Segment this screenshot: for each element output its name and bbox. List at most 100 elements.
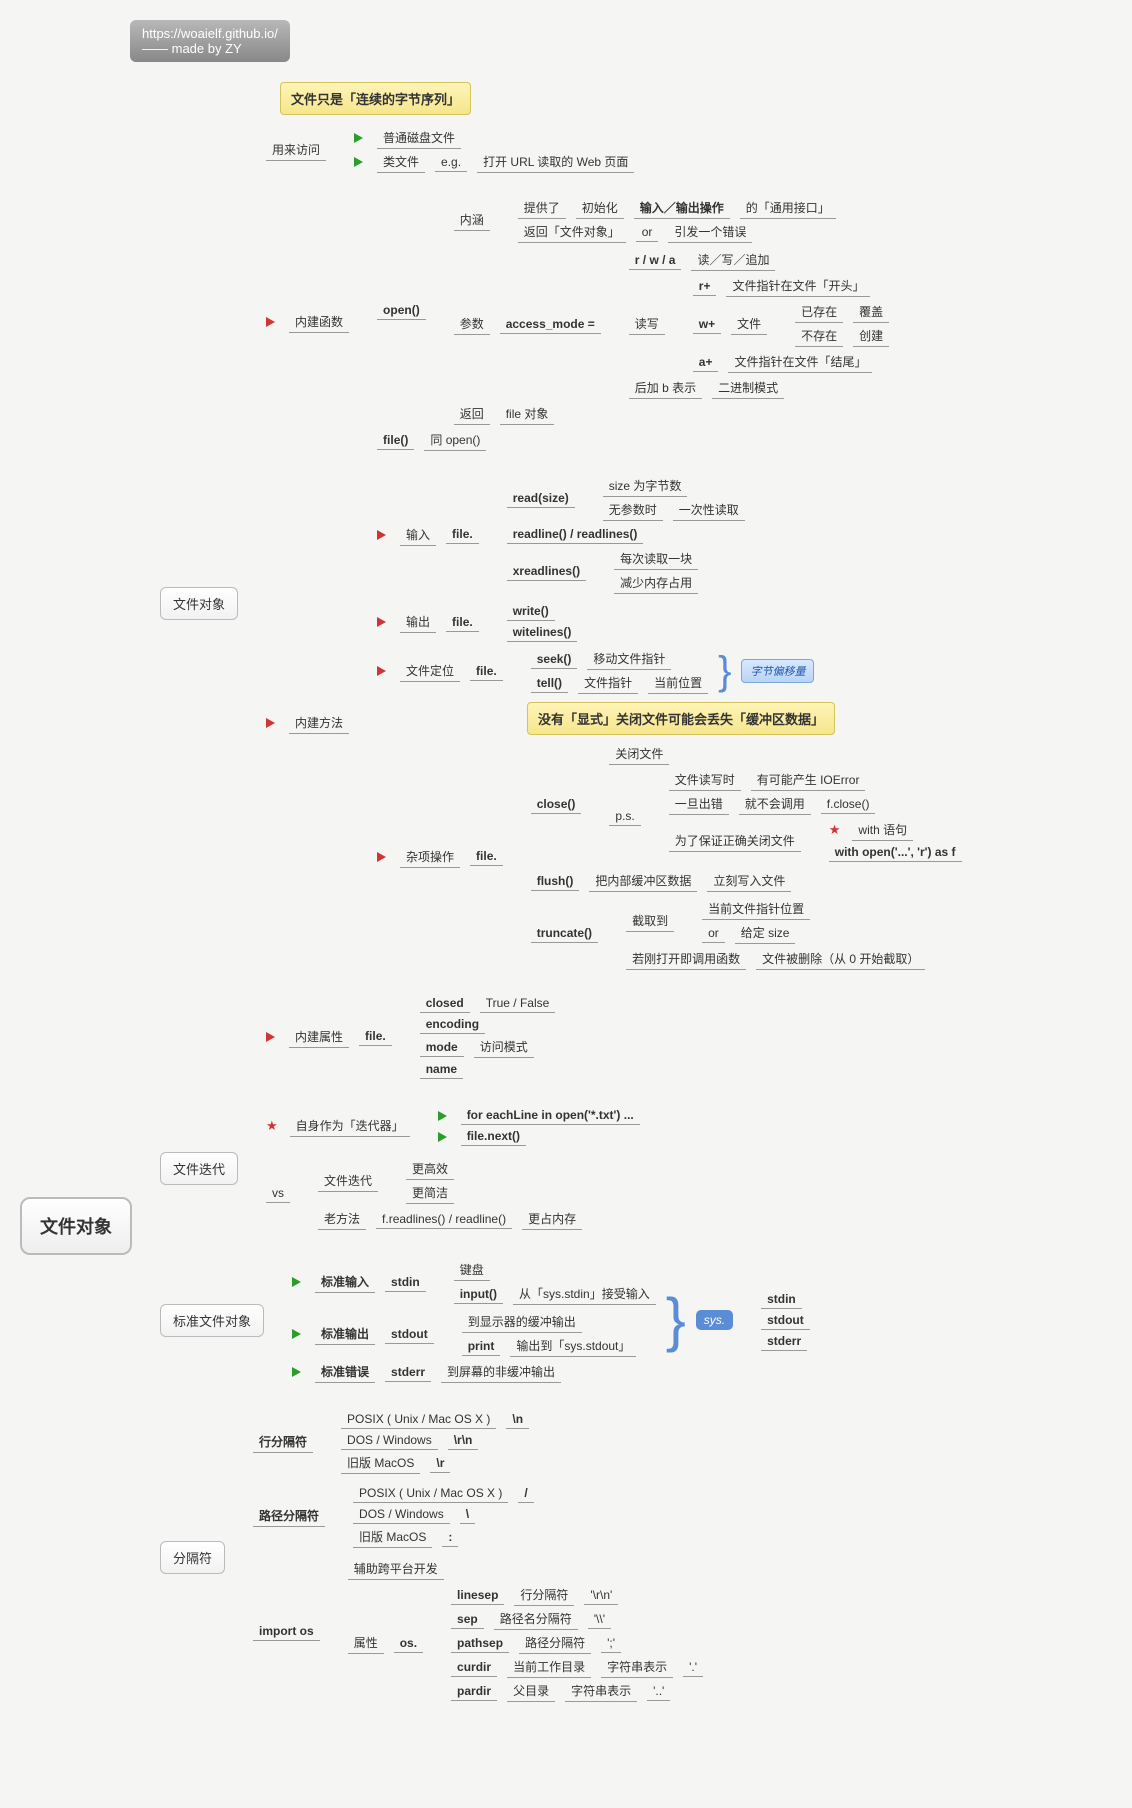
node: 路径名分隔符 [494, 1608, 578, 1630]
node: 把内部缓冲区数据 [589, 870, 697, 892]
node: 更占内存 [522, 1208, 582, 1230]
flag-icon [266, 317, 275, 327]
node: 关闭文件 [609, 743, 669, 765]
node: / [518, 1484, 533, 1503]
node: stdin [761, 1290, 802, 1309]
node: 返回 [454, 403, 490, 425]
flag-icon [266, 1032, 275, 1042]
brace-icon: } [718, 661, 731, 681]
node-builtin-attr: 内建属性 [289, 1026, 349, 1048]
node: \n [506, 1410, 529, 1429]
root-node: 文件对象 [20, 1197, 132, 1255]
branch-file-iter: 文件迭代 [160, 1152, 238, 1185]
header-credit: —— made by ZY [142, 41, 278, 56]
star-icon: ★ [266, 1118, 278, 1134]
node: truncate() [531, 924, 598, 943]
node: os. [394, 1634, 423, 1653]
node: 文件指针 [578, 672, 638, 694]
node: 从「sys.stdin」接受输入 [513, 1283, 656, 1305]
flag-icon [292, 1329, 301, 1339]
node: with 语句 [852, 819, 913, 841]
node: with open('...', 'r') as f [829, 843, 962, 862]
node: access_mode = [500, 315, 601, 334]
node: 文件被删除（从 0 开始截取） [756, 948, 925, 970]
flag-icon [292, 1367, 301, 1377]
node-open: open() [377, 301, 426, 320]
node: 路径分隔符 [519, 1632, 591, 1654]
node: size 为字节数 [603, 475, 688, 497]
node: xreadlines() [507, 562, 586, 581]
node: 字符串表示 [601, 1656, 673, 1678]
node: 父目录 [507, 1680, 555, 1702]
node: closed [420, 994, 470, 1013]
node: name [420, 1060, 463, 1079]
node: 旧版 MacOS [341, 1452, 420, 1474]
node-file: file() [377, 431, 414, 450]
node: or [702, 924, 725, 943]
node: vs [266, 1184, 290, 1203]
node-builtin-fn: 内建函数 [289, 311, 349, 333]
node: 输入／输出操作 [634, 197, 730, 219]
node: 的「通用接口」 [740, 197, 836, 219]
node: 若刚打开即调用函数 [626, 948, 746, 970]
node: 覆盖 [853, 301, 889, 323]
node: pathsep [451, 1634, 509, 1653]
node: 输入 [400, 524, 436, 546]
flag-icon [377, 666, 386, 676]
node: 截取到 [626, 910, 674, 932]
node: 输出到「sys.stdout」 [510, 1335, 636, 1357]
node: tell() [531, 674, 568, 693]
node: 字符串表示 [565, 1680, 637, 1702]
node: 普通磁盘文件 [377, 127, 461, 149]
node: 初始化 [576, 197, 624, 219]
brace-icon: } [666, 1310, 686, 1330]
node-params: 参数 [454, 313, 490, 335]
callout-offset: 字节偏移量 [741, 659, 814, 683]
node: 读／写／追加 [691, 249, 775, 271]
flag-icon [377, 617, 386, 627]
node: 到显示器的缓冲输出 [462, 1311, 582, 1333]
node: 提供了 [518, 197, 566, 219]
node: p.s. [609, 807, 640, 826]
node: 标准错误 [315, 1361, 375, 1383]
header-badge: https://woaielf.github.io/ —— made by ZY [130, 20, 290, 62]
node: 老方法 [318, 1208, 366, 1230]
branch-separator: 分隔符 [160, 1541, 225, 1574]
node: f.close() [821, 795, 876, 814]
node: 辅助跨平台开发 [348, 1558, 444, 1580]
node: 引发一个错误 [668, 221, 752, 243]
node: 输出 [400, 611, 436, 633]
node: 当前工作目录 [507, 1656, 591, 1678]
node: or [636, 223, 659, 242]
node: DOS / Windows [341, 1431, 438, 1450]
branch-file-object: 文件对象 [160, 587, 238, 620]
node: \r [430, 1454, 450, 1473]
node: witelines() [507, 623, 578, 642]
node: 文件指针在文件「结尾」 [728, 351, 872, 373]
node: read(size) [507, 489, 575, 508]
callout-sequence: 文件只是「连续的字节序列」 [280, 82, 471, 115]
node: mode [420, 1038, 464, 1057]
node: 行分隔符 [514, 1584, 574, 1606]
star-icon: ★ [829, 822, 841, 838]
node: r+ [693, 277, 717, 296]
node: POSIX ( Unix / Mac OS X ) [353, 1484, 508, 1503]
branch-std-file: 标准文件对象 [160, 1304, 264, 1337]
node: 属性 [348, 1632, 384, 1654]
node: 一旦出错 [669, 793, 729, 815]
node: sep [451, 1610, 484, 1629]
flag-icon [377, 852, 386, 862]
node: 到屏幕的非缓冲输出 [441, 1361, 561, 1383]
node: 二进制模式 [712, 377, 784, 399]
node: linesep [451, 1586, 504, 1605]
node: 标准输出 [315, 1323, 375, 1345]
node: '\r\n' [584, 1586, 618, 1605]
node: True / False [480, 994, 556, 1013]
node: 更简洁 [406, 1182, 454, 1204]
node: 当前位置 [648, 672, 708, 694]
node: 自身作为「迭代器」 [290, 1115, 410, 1137]
node: file.next() [461, 1127, 526, 1146]
node: stderr [385, 1363, 431, 1382]
node: 已存在 [795, 301, 843, 323]
node: import os [253, 1622, 320, 1641]
